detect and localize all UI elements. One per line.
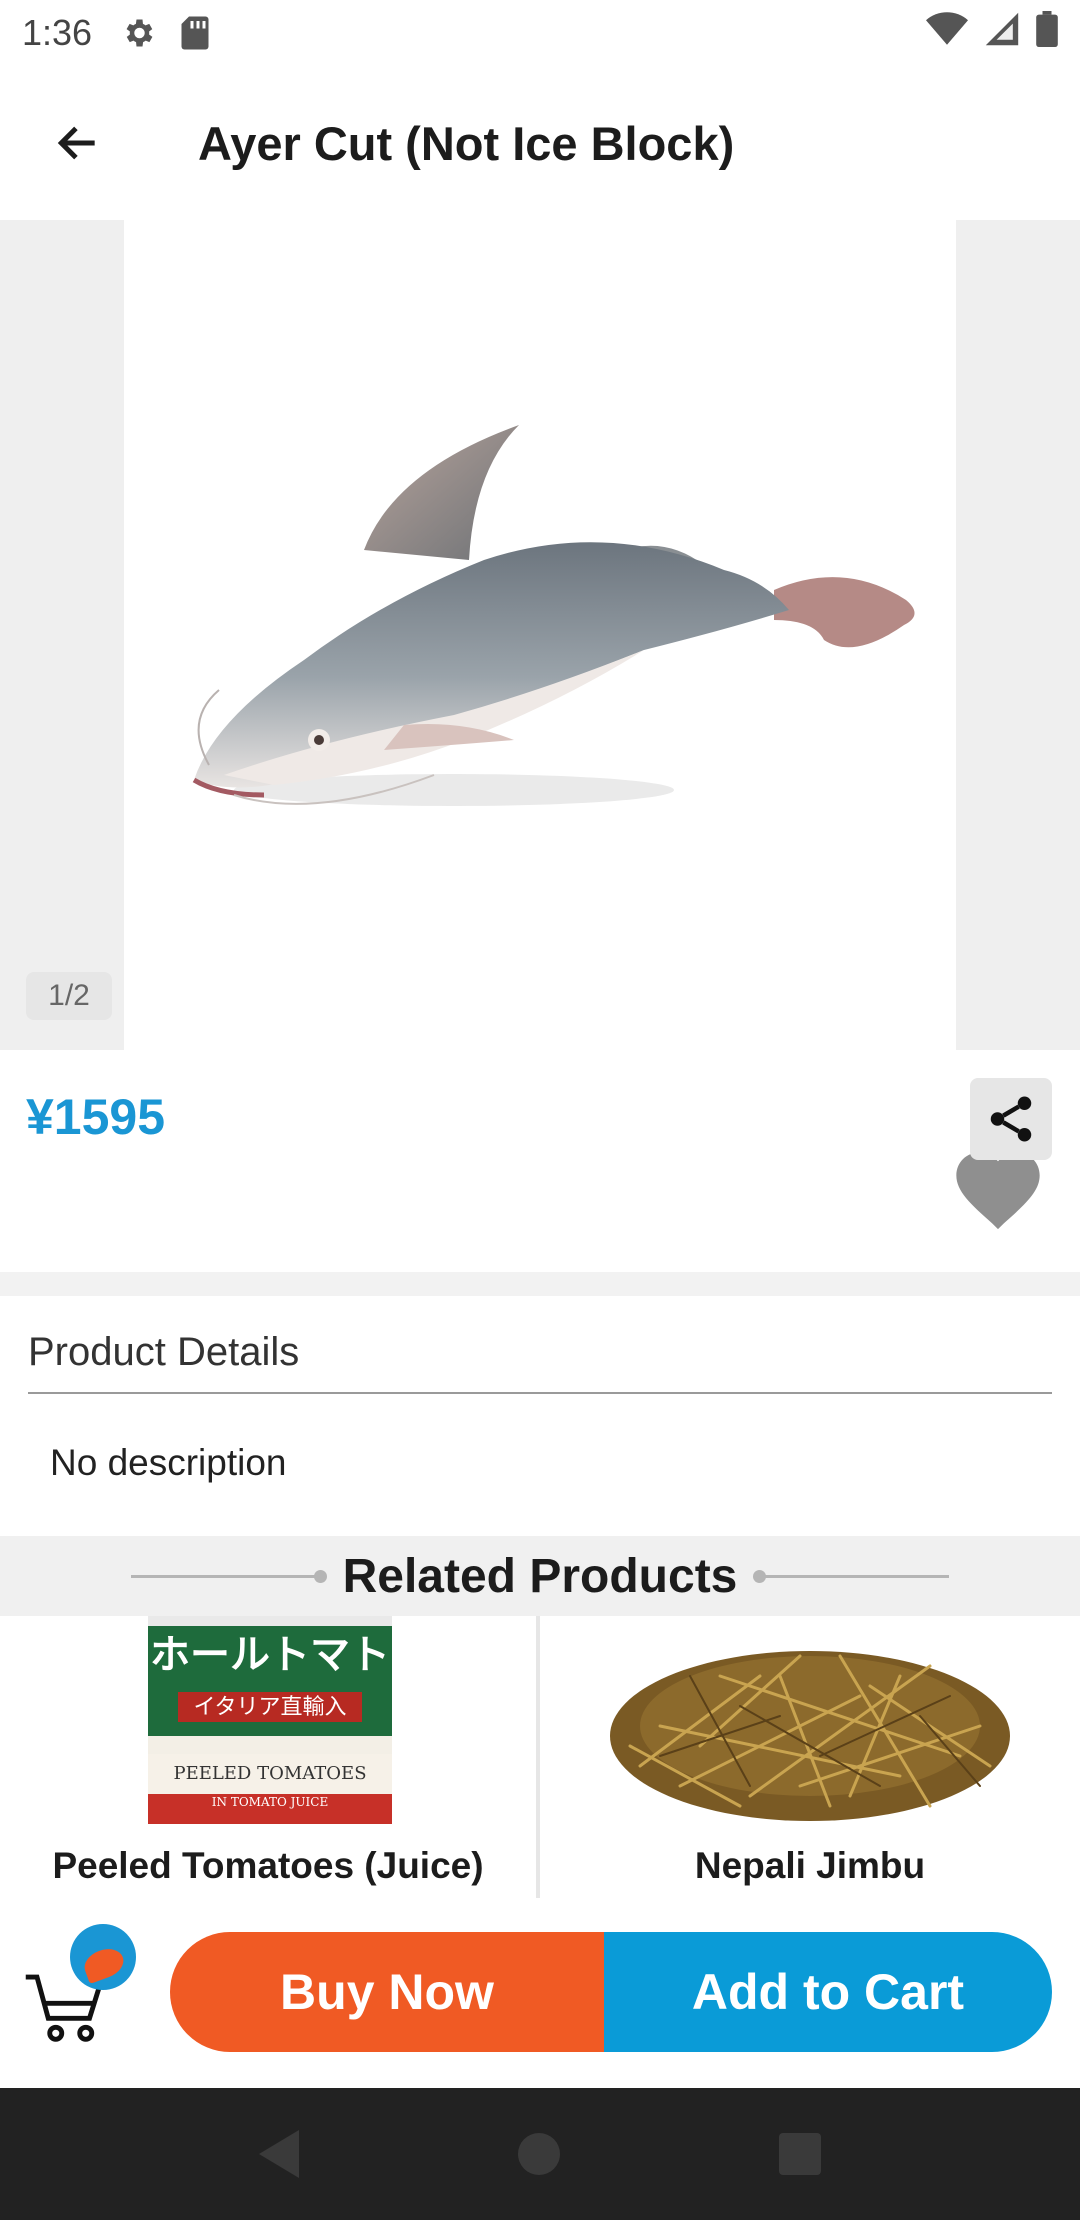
related-products-header: Related Products: [0, 1536, 1080, 1616]
product-description: No description: [50, 1442, 287, 1483]
nav-recents-icon[interactable]: [778, 2133, 821, 2175]
system-navigation-bar: [0, 2088, 1080, 2220]
related-product-card[interactable]: Nepali Jimbu: [540, 1616, 1080, 1898]
can-label-english: PEELED TOMATOES: [173, 1763, 366, 1784]
nav-home-icon[interactable]: [517, 2133, 560, 2175]
gear-icon: [120, 15, 156, 51]
bottom-action-bar: Buy Now Add to Cart: [0, 1898, 1080, 2088]
product-image-gallery[interactable]: 1/2: [0, 220, 1080, 1230]
cart-button[interactable]: [22, 1922, 152, 2052]
product-image: [124, 220, 956, 1050]
related-product-name[interactable]: Peeled Tomatoes (Juice): [0, 1824, 536, 1908]
tomato-can-image: ホールトマト イタリア直輸入 PEELED TOMATOES IN TOMATO…: [148, 1616, 392, 1824]
add-to-cart-button[interactable]: Add to Cart: [604, 1932, 1052, 2052]
page-title: Ayer Cut (Not Ice Block): [198, 116, 735, 170]
share-button[interactable]: [970, 1078, 1052, 1160]
nav-back-icon[interactable]: [259, 2130, 300, 2178]
sd-card-icon: [180, 15, 210, 51]
back-button[interactable]: [38, 103, 118, 183]
status-bar: 1:36: [0, 0, 1080, 66]
signal-icon: [984, 11, 1020, 56]
product-price: ¥1595: [26, 1089, 166, 1145]
related-products-grid: ホールトマト イタリア直輸入 PEELED TOMATOES IN TOMATO…: [0, 1616, 1080, 1898]
header-line-left: [130, 1569, 327, 1583]
can-label-japanese: ホールトマト: [150, 1631, 390, 1678]
wifi-icon: [926, 11, 968, 56]
product-detail-screen: 1:36 Ayer Cut (Not Ice Block) 1/2 ¥1595 …: [0, 0, 1080, 2220]
buy-now-button[interactable]: Buy Now: [170, 1932, 604, 2052]
jimbu-image: [600, 1616, 1020, 1824]
can-label-subtitle: イタリア直輸入: [193, 1695, 346, 1720]
can-label-small: IN TOMATO JUICE: [212, 1795, 328, 1809]
related-product-card[interactable]: ホールトマト イタリア直輸入 PEELED TOMATOES IN TOMATO…: [0, 1616, 540, 1898]
header-line-right: [753, 1569, 950, 1583]
related-products-heading: Related Products: [342, 1549, 738, 1603]
section-divider: [0, 1272, 1080, 1296]
image-counter: 1/2: [26, 972, 112, 1020]
details-divider: [28, 1392, 1052, 1394]
cart-badge: [70, 1924, 136, 1990]
back-arrow-icon: [57, 126, 95, 160]
battery-icon: [1036, 10, 1058, 56]
app-toolbar: Ayer Cut (Not Ice Block): [0, 66, 1080, 220]
status-time: 1:36: [22, 12, 93, 53]
related-product-name[interactable]: Nepali Jimbu: [540, 1824, 1080, 1908]
product-details-heading: Product Details: [28, 1330, 300, 1374]
share-icon: [990, 1096, 1032, 1142]
status-right: [926, 10, 1058, 56]
